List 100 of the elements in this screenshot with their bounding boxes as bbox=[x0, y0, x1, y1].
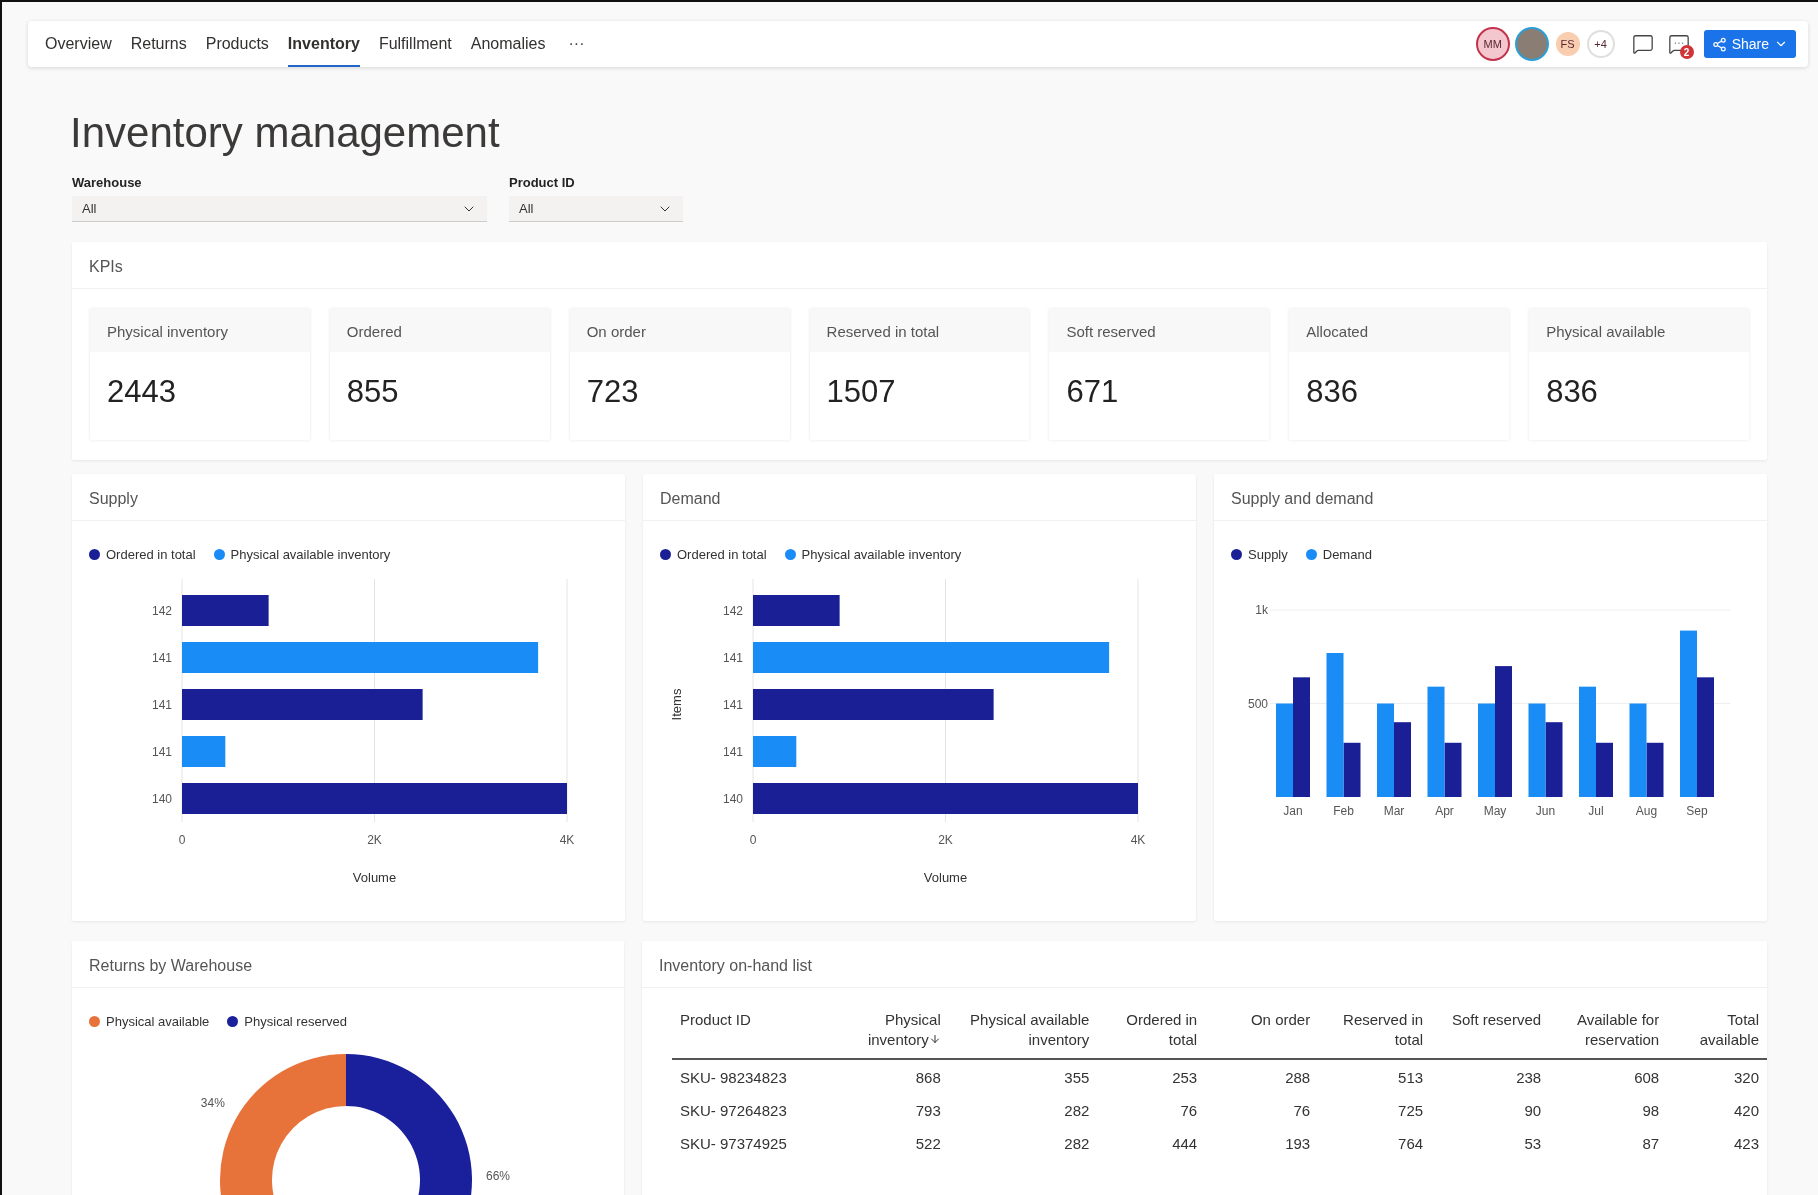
column-header[interactable]: Available for reservation bbox=[1549, 1010, 1668, 1059]
column-header[interactable]: On order bbox=[1205, 1010, 1319, 1059]
kpi-label: Soft reserved bbox=[1049, 309, 1270, 352]
nav-tab[interactable]: Inventory bbox=[287, 21, 360, 67]
share-button[interactable]: Share bbox=[1703, 30, 1796, 58]
kpi-label: Ordered bbox=[329, 309, 550, 352]
legend-label: Ordered in total bbox=[106, 547, 196, 562]
kpi-value: 723 bbox=[585, 373, 640, 410]
axis-title: Volume bbox=[352, 870, 397, 885]
notification-button[interactable]: 2 bbox=[1663, 29, 1694, 59]
table-cell-text: 420 bbox=[1732, 1101, 1760, 1121]
kpi-value: 671 bbox=[1065, 373, 1120, 410]
avatar[interactable]: FS bbox=[1555, 32, 1580, 56]
legend-label: Physical available inventory bbox=[801, 547, 962, 562]
column-header[interactable]: Reserved in total bbox=[1318, 1010, 1432, 1059]
axis-label: 142 bbox=[722, 603, 743, 618]
table-cell: 608 bbox=[1549, 1059, 1668, 1093]
column-header[interactable]: Soft reserved bbox=[1431, 1010, 1550, 1059]
filter-dropdown[interactable]: All bbox=[509, 196, 683, 222]
nav-tab[interactable]: Fulfillment bbox=[378, 21, 452, 67]
panel-title: Demand bbox=[643, 474, 1196, 521]
nav-tab[interactable]: Returns bbox=[130, 21, 187, 67]
axis-label: Jan bbox=[1283, 804, 1303, 818]
kpi-value: 1507 bbox=[825, 373, 897, 410]
table-cell-text: 193 bbox=[1284, 1134, 1312, 1154]
kpi-value: 836 bbox=[1545, 373, 1599, 410]
nav-tab[interactable]: Anomalies bbox=[470, 21, 546, 67]
axis-label: 141 bbox=[151, 697, 172, 712]
axis-label: May bbox=[1483, 804, 1507, 818]
data-label: 34% bbox=[200, 1095, 225, 1110]
axis-label: 142 bbox=[151, 603, 172, 618]
table-cell: 868 bbox=[820, 1059, 949, 1093]
table-cell: 253 bbox=[1097, 1059, 1206, 1093]
axis-label: Jul bbox=[1588, 804, 1604, 818]
table-cell: 513 bbox=[1318, 1059, 1432, 1093]
axis-label: 141 bbox=[151, 650, 172, 665]
kpi-value: 2443 bbox=[106, 373, 177, 410]
filter-dropdown[interactable]: All bbox=[72, 196, 487, 222]
axis-title: Volume bbox=[923, 870, 968, 885]
column-header[interactable]: Ordered in total bbox=[1097, 1010, 1206, 1059]
legend-label: Demand bbox=[1322, 547, 1372, 562]
axis-title: Items bbox=[669, 688, 684, 721]
table-cell-text: 282 bbox=[1063, 1134, 1091, 1154]
axis-label: 141 bbox=[722, 697, 743, 712]
kpi-label: Physical inventory bbox=[90, 309, 310, 352]
table-cell: SKU- 98234823 bbox=[672, 1059, 821, 1093]
nav-tab[interactable]: Overview bbox=[45, 21, 112, 67]
axis-label: Apr bbox=[1435, 804, 1454, 818]
table-cell-text: 764 bbox=[1397, 1134, 1425, 1154]
table-cell-text: 76 bbox=[1292, 1101, 1312, 1121]
axis-label: 0 bbox=[178, 833, 186, 847]
axis-label: 141 bbox=[151, 744, 172, 759]
bar bbox=[182, 736, 226, 767]
bar bbox=[753, 736, 797, 767]
column-header[interactable]: Physical inventory bbox=[820, 1010, 949, 1059]
table-cell: 320 bbox=[1667, 1059, 1767, 1093]
panel-title: Supply and demand bbox=[1214, 474, 1767, 521]
table-cell-text: 444 bbox=[1171, 1134, 1199, 1154]
avatar[interactable]: MM bbox=[1477, 29, 1508, 59]
panel-title: KPIs bbox=[72, 242, 1767, 289]
nav-tab[interactable]: Products bbox=[205, 21, 269, 67]
table-cell-text: 87 bbox=[1641, 1134, 1661, 1154]
kpi-label: Physical available bbox=[1529, 309, 1749, 352]
more-people-count[interactable]: +4 bbox=[1588, 32, 1613, 56]
axis-label: 140 bbox=[722, 791, 743, 806]
chat-icon bbox=[1631, 33, 1654, 55]
axis-label: 1k bbox=[1255, 603, 1268, 617]
legend-label: Supply bbox=[1248, 547, 1288, 562]
axis-label: Sep bbox=[1686, 804, 1708, 818]
table-cell: 355 bbox=[948, 1059, 1098, 1093]
panel-title: Returns by Warehouse bbox=[72, 941, 624, 988]
kpi-label: On order bbox=[569, 309, 790, 352]
table-cell-text: 53 bbox=[1523, 1134, 1543, 1154]
filter-label: Product ID bbox=[509, 175, 576, 190]
axis-label: 0 bbox=[749, 833, 757, 847]
axis-label: Jun bbox=[1535, 804, 1556, 818]
legend-label: Physical available bbox=[106, 1014, 210, 1029]
table-cell: 238 bbox=[1431, 1059, 1550, 1093]
axis-label: 500 bbox=[1247, 696, 1268, 711]
filter-label: Warehouse bbox=[72, 175, 143, 190]
kpi-label: Allocated bbox=[1289, 309, 1510, 352]
axis-label: Feb bbox=[1333, 804, 1354, 818]
column-header[interactable]: Physical available inventory bbox=[948, 1010, 1098, 1059]
comment-icon bbox=[1667, 33, 1690, 55]
kpi-label: Reserved in total bbox=[809, 309, 1030, 352]
axis-label: 2K bbox=[938, 833, 953, 847]
table-cell-text: 98 bbox=[1641, 1101, 1661, 1121]
axis-label: 2K bbox=[367, 833, 382, 847]
avatar-photo-placeholder[interactable] bbox=[1516, 29, 1547, 59]
column-header[interactable]: Total available bbox=[1667, 1010, 1767, 1059]
legend-label: Ordered in total bbox=[677, 547, 767, 562]
kpi-value: 855 bbox=[345, 373, 400, 410]
axis-label: 141 bbox=[722, 744, 743, 759]
axis-label: 4K bbox=[1130, 833, 1146, 847]
notification-badge: 2 bbox=[1679, 45, 1694, 59]
axis-label: 4K bbox=[559, 833, 575, 847]
legend-label: Physical available inventory bbox=[230, 547, 391, 562]
column-header[interactable]: Product ID bbox=[672, 1010, 821, 1059]
table-cell: 288 bbox=[1205, 1059, 1319, 1093]
more-tabs-button[interactable]: ··· bbox=[564, 31, 589, 57]
